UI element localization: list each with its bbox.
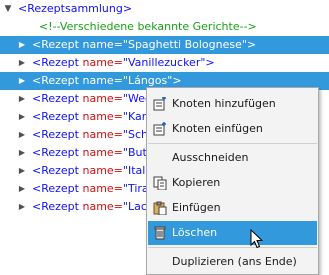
paste-icon <box>153 201 167 215</box>
insert-node-icon <box>153 122 166 136</box>
menu-label: Einfügen <box>172 201 221 214</box>
tag-open: <Rezept <box>32 74 79 87</box>
tag-open: <Rezept <box>32 110 79 123</box>
tree-node-root[interactable]: ▼ <Rezeptsammlung> <box>0 0 329 18</box>
attr-name: name= <box>82 92 123 105</box>
tag-open: <Rezept <box>32 128 79 141</box>
attr-value: "Lángos" <box>122 74 173 87</box>
attr-value: "Tira <box>122 182 149 195</box>
collapse-arrow-icon[interactable]: ▼ <box>3 0 13 18</box>
attr-name: name= <box>82 128 123 141</box>
menu-label: Ausschneiden <box>172 151 249 164</box>
expand-arrow-icon[interactable]: ▶ <box>17 198 27 216</box>
menu-item-insert-node-in[interactable]: Knoten einfügen <box>148 117 317 141</box>
tag-open: <Rezept <box>32 38 79 51</box>
tag-open: <Rezept <box>32 56 79 69</box>
menu-item-insert-node[interactable]: Knoten hinzufügen <box>148 92 317 116</box>
attr-value: "Spaghetti Bolognese" <box>122 38 247 51</box>
menu-item-delete[interactable]: Löschen <box>148 221 317 245</box>
attr-name: name= <box>82 200 123 213</box>
attr-name: name= <box>82 56 123 69</box>
expand-arrow-icon[interactable]: ▶ <box>17 54 27 72</box>
menu-label: Kopieren <box>172 176 221 189</box>
tag-close: > <box>172 74 182 87</box>
recipe-tag: <Rezept name="Vanillezucker"> <box>32 54 215 72</box>
attr-name: name= <box>82 110 123 123</box>
expand-arrow-icon[interactable]: ▶ <box>17 180 27 198</box>
tree-node-recipe[interactable]: ▶ <Rezept name="Vanillezucker"> <box>0 54 329 72</box>
menu-label: Knoten hinzufügen <box>172 97 276 110</box>
expand-arrow-icon[interactable]: ▶ <box>17 162 27 180</box>
attr-name: name= <box>82 146 123 159</box>
menu-item-cut[interactable]: Ausschneiden <box>148 146 317 170</box>
recipe-tag: <Rezept name="Scha <box>32 126 155 144</box>
menu-label: Knoten einfügen <box>172 122 263 135</box>
recipe-tag: <Rezept name="Kart <box>32 108 151 126</box>
context-menu: Knoten hinzufügen Knoten einfügen Aussch… <box>146 87 319 275</box>
add-node-icon <box>153 97 166 111</box>
menu-separator <box>148 143 317 144</box>
menu-separator <box>148 247 317 248</box>
tag-open: <Rezept <box>32 182 79 195</box>
menu-item-paste[interactable]: Einfügen <box>148 196 317 220</box>
copy-icon <box>153 176 167 190</box>
attr-name: name= <box>82 38 123 51</box>
expand-arrow-icon[interactable]: ▶ <box>17 144 27 162</box>
recipe-tag: <Rezept name="Lach <box>32 198 154 216</box>
expand-arrow-icon[interactable]: ▶ <box>17 36 27 54</box>
attr-name: name= <box>82 182 123 195</box>
menu-item-duplicate[interactable]: Duplizieren (ans Ende) <box>148 250 317 274</box>
expand-arrow-icon[interactable]: ▶ <box>17 126 27 144</box>
recipe-tag: <Rezept name="Wec <box>32 90 151 108</box>
recipe-tag: <Rezept name="Itali <box>32 162 148 180</box>
attr-name: name= <box>82 74 123 87</box>
attr-value: "Itali <box>122 164 149 177</box>
menu-item-copy[interactable]: Kopieren <box>148 171 317 195</box>
recipe-tag: <Rezept name="Butt <box>32 144 151 162</box>
mouse-cursor-icon <box>250 229 264 249</box>
tag-open: <Rezept <box>32 164 79 177</box>
expand-arrow-icon[interactable]: ▶ <box>17 72 27 90</box>
trash-icon <box>154 226 166 240</box>
expand-arrow-icon[interactable]: ▶ <box>17 108 27 126</box>
tag-close: > <box>205 56 215 69</box>
tag-close: > <box>246 38 257 51</box>
attr-value: "Vanillezucker" <box>122 56 206 69</box>
tag-open: <Rezept <box>32 200 79 213</box>
tag-open: <Rezept <box>32 92 79 105</box>
expand-arrow-icon[interactable]: ▶ <box>17 90 27 108</box>
root-tag: <Rezeptsammlung> <box>18 2 133 15</box>
menu-label: Duplizieren (ans Ende) <box>172 255 297 268</box>
comment-text: <!--Verschiedene bekannte Gerichte--> <box>39 20 257 33</box>
tree-node-comment[interactable]: <!--Verschiedene bekannte Gerichte--> <box>0 18 329 36</box>
menu-label: Löschen <box>172 226 218 239</box>
attr-name: name= <box>82 164 123 177</box>
recipe-tag: <Rezept name="Spaghetti Bolognese"> <box>32 36 256 54</box>
tag-open: <Rezept <box>32 146 79 159</box>
recipe-tag: <Rezept name="Tira <box>32 180 149 198</box>
tree-node-recipe[interactable]: ▶ <Rezept name="Spaghetti Bolognese"> <box>0 36 329 54</box>
